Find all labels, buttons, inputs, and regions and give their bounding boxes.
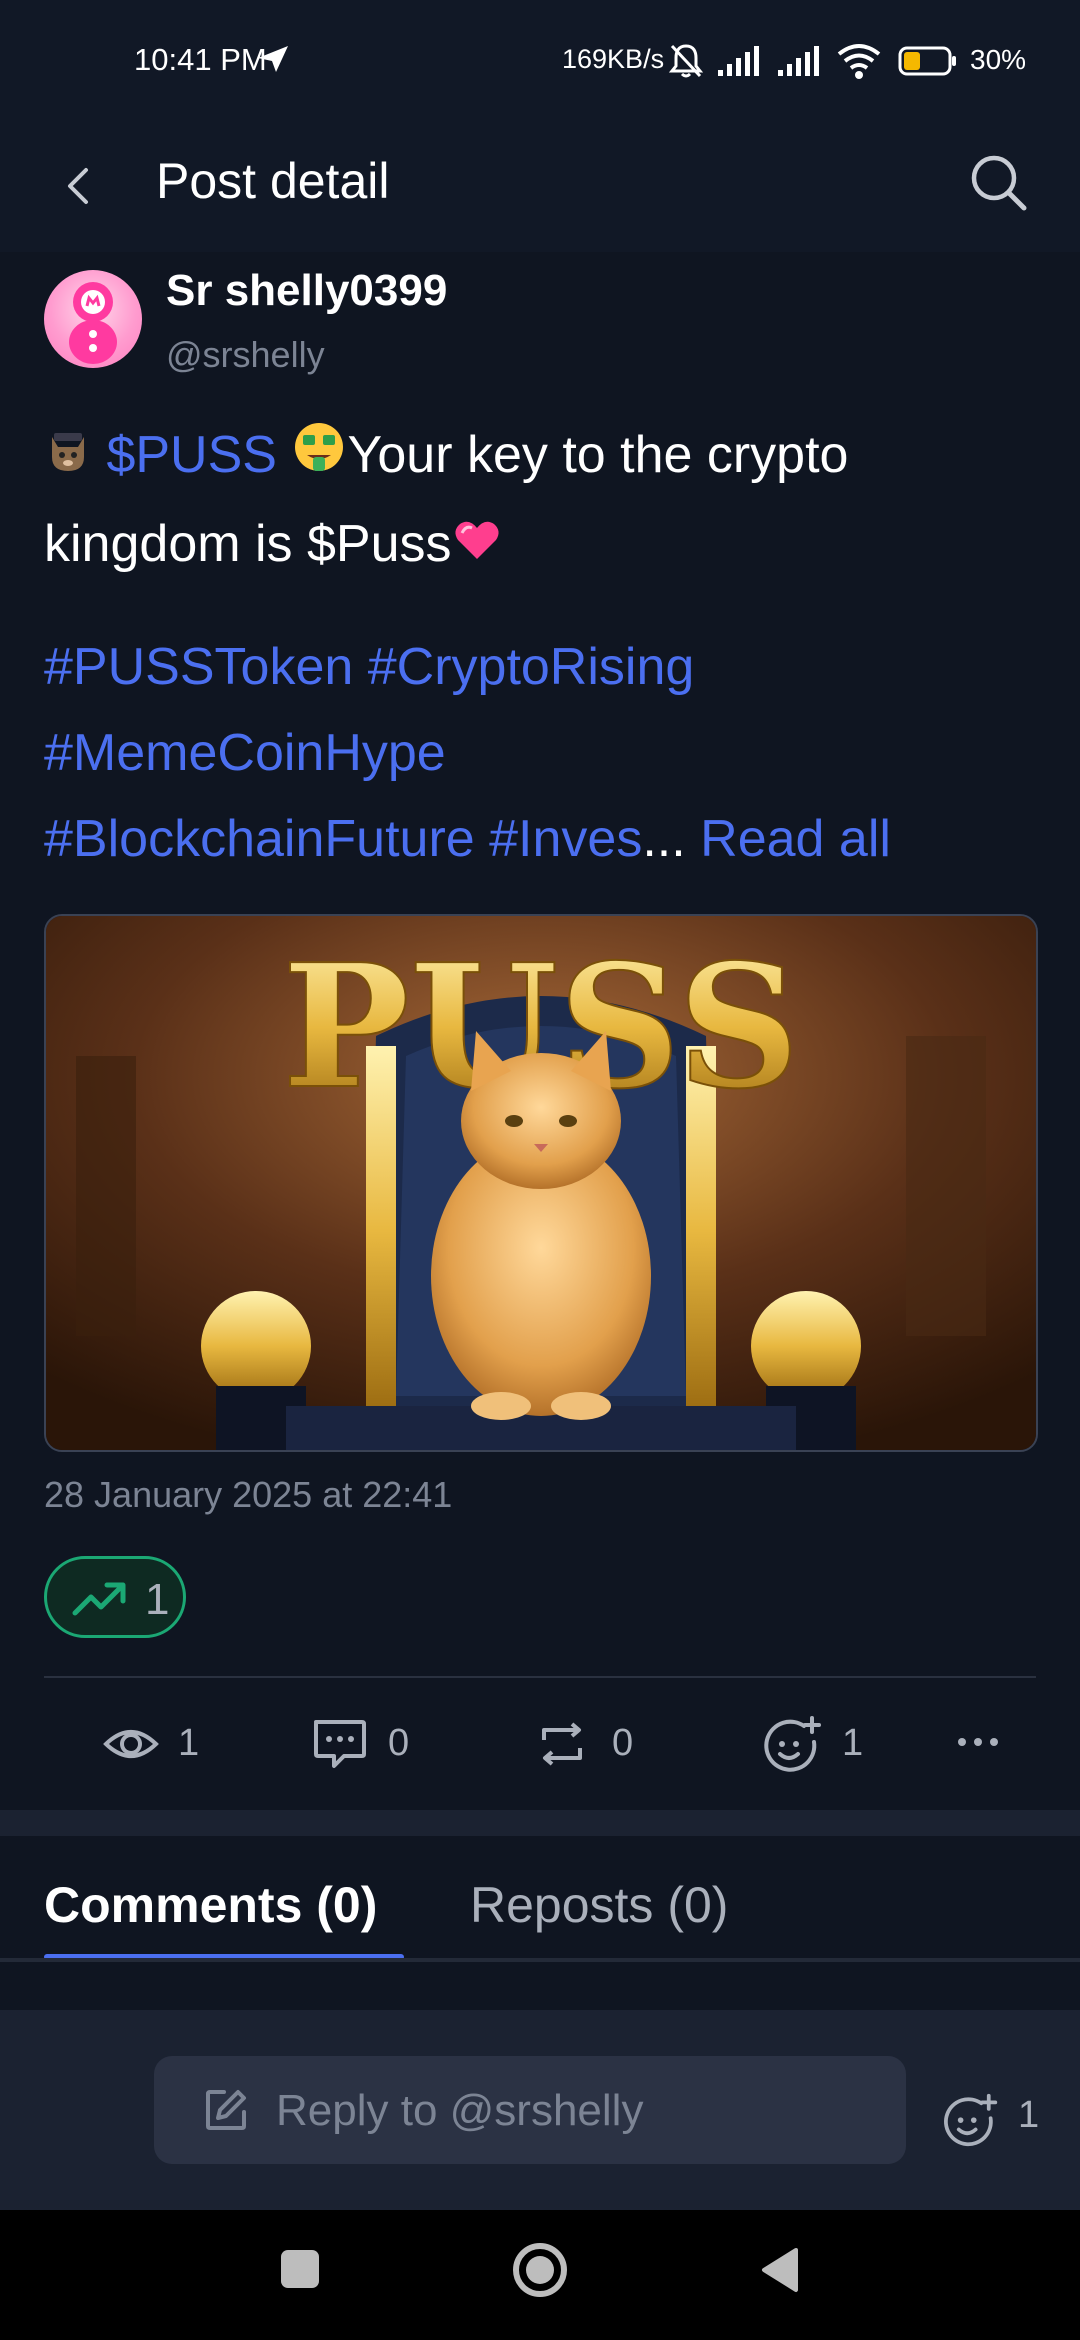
reply-bar: Reply to @srshelly 1 [0, 2010, 1080, 2210]
trending-up-icon [72, 1582, 126, 1616]
trend-chip[interactable]: 1 [44, 1556, 186, 1638]
system-nav-bar [0, 2210, 1080, 2340]
ticker-link[interactable]: $PUSS [106, 426, 277, 484]
cat-emoji-icon [44, 415, 92, 501]
back-arrow-icon[interactable] [58, 156, 98, 216]
wifi-icon [837, 44, 881, 79]
status-time: 10:41 PM [134, 42, 267, 77]
reactions-stat[interactable]: 1 [760, 1714, 870, 1774]
status-bar: 10:41 PM 169KB/s 30% [0, 0, 1080, 120]
heart-emoji-icon [452, 505, 502, 591]
comments-stat[interactable]: 0 [310, 1714, 420, 1774]
home-button[interactable] [510, 2240, 570, 2300]
reply-input[interactable]: Reply to @srshelly [154, 2056, 906, 2164]
reactions-count: 1 [842, 1722, 864, 1764]
post-text-line2: kingdom is $Puss [44, 515, 452, 574]
more-options-button[interactable] [952, 1714, 1012, 1774]
author-name[interactable]: Sr shelly0399 [166, 266, 447, 316]
post-timestamp: 28 January 2025 at 22:41 [44, 1474, 453, 1515]
search-icon[interactable] [966, 150, 1030, 214]
avatar[interactable] [44, 270, 142, 368]
comments-count: 0 [388, 1722, 410, 1764]
tab-comments[interactable]: Comments (0) [44, 1876, 377, 1934]
ellipsis: ... [642, 810, 686, 868]
divider [44, 1676, 1036, 1678]
reposts-count: 0 [612, 1722, 634, 1764]
app-header: Post detail [0, 120, 1080, 252]
back-button[interactable] [758, 2246, 800, 2294]
edit-icon [206, 2090, 246, 2130]
tab-bar-border [0, 1958, 1080, 1962]
add-reaction-icon[interactable] [940, 2092, 1000, 2152]
navigation-arrow-icon [258, 46, 288, 72]
signal-strength-icon [718, 46, 759, 76]
muted-bell-icon [668, 44, 704, 78]
more-dots-icon [958, 1738, 998, 1746]
avatar-mascot-icon [69, 282, 117, 364]
section-separator [0, 1810, 1080, 1836]
network-speed: 169KB/s [562, 44, 665, 74]
post-text: $PUSS Your key to the crypto kingdom is … [44, 412, 1044, 591]
hashtags: #PUSSToken #CryptoRising #MemeCoinHype #… [44, 624, 1054, 882]
eye-icon [103, 1730, 159, 1758]
reply-placeholder: Reply to @srshelly [276, 2086, 644, 2135]
post-image[interactable]: PUSS [44, 914, 1038, 1452]
reposts-stat[interactable]: 0 [532, 1714, 642, 1774]
views-stat[interactable]: 1 [102, 1714, 212, 1774]
read-all-link[interactable]: Read all [700, 810, 891, 868]
page-title: Post detail [156, 153, 390, 209]
hashtags-line2[interactable]: #MemeCoinHype [44, 710, 1054, 796]
hashtags-line3[interactable]: #BlockchainFuture #Inves [44, 810, 642, 868]
comment-icon [314, 1720, 366, 1768]
recents-button[interactable] [281, 2250, 319, 2288]
money-face-emoji-icon [291, 415, 347, 501]
hashtags-line1[interactable]: #PUSSToken #CryptoRising [44, 624, 1054, 710]
signal-strength-icon [778, 46, 819, 76]
battery-level: 30% [970, 44, 1027, 75]
tab-reposts[interactable]: Reposts (0) [470, 1876, 728, 1934]
add-reaction-icon [764, 1716, 821, 1772]
post-text-line1: Your key to the crypto [347, 426, 849, 484]
hashtags-line3-row: #BlockchainFuture #Inves... Read all [44, 796, 1054, 882]
tab-bar: Comments (0) Reposts (0) [0, 1836, 1080, 1960]
views-count: 1 [178, 1722, 200, 1764]
screen: 10:41 PM 169KB/s 30% Post detail Sr shel… [0, 0, 1080, 2340]
cat-on-throne-image: PUSS [46, 916, 1036, 1450]
battery-icon [898, 46, 956, 76]
repost-icon [542, 1722, 582, 1766]
reply-reaction-count: 1 [1018, 2094, 1040, 2136]
trend-count: 1 [145, 1575, 170, 1624]
author-handle[interactable]: @srshelly [166, 334, 325, 376]
